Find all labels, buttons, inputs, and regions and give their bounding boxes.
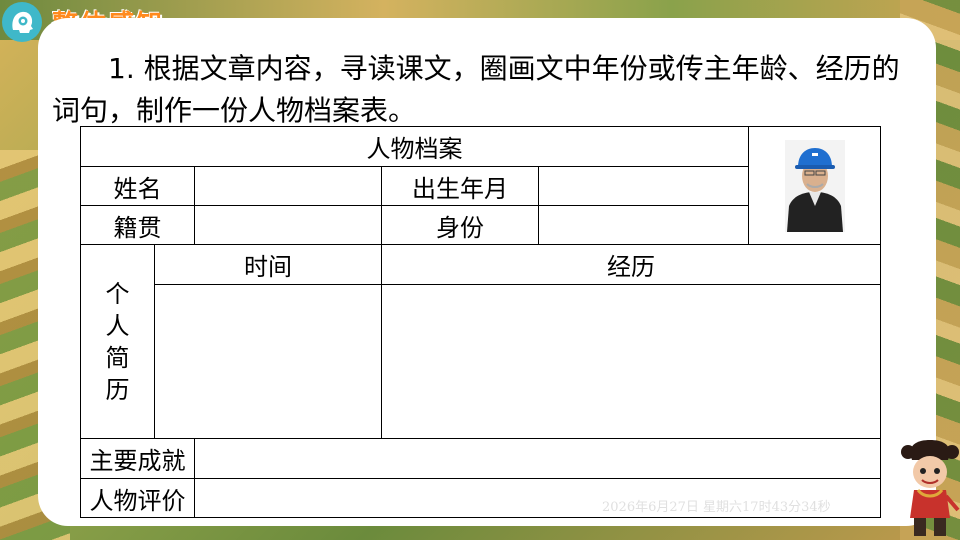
gear-head-icon (2, 2, 42, 42)
birth-value-cell[interactable] (537, 166, 750, 206)
profile-label: 个 人 简 历 (80, 244, 155, 439)
photo-cell (748, 126, 882, 245)
profile-label-char: 简 (105, 343, 130, 372)
achievement-label: 主要成就 (80, 438, 195, 479)
profile-table: 人物档案 姓名 出生年月 籍贯 身份 个 人 简 历 时间 经历 主要成就 人物… (79, 126, 882, 518)
cartoon-mascot-icon (901, 440, 960, 536)
experience-value-cell[interactable] (380, 284, 882, 439)
name-value-cell[interactable] (194, 166, 382, 206)
identity-label: 身份 (381, 205, 539, 245)
birth-label: 出生年月 (381, 166, 539, 206)
name-label: 姓名 (80, 166, 195, 206)
instruction-text: 1. 根据文章内容，寻读课文，圈画文中年份或传主年龄、经历的词句，制作一份人物档… (52, 52, 900, 127)
time-value-cell[interactable] (154, 284, 382, 439)
achievement-value-cell[interactable] (193, 438, 882, 479)
time-header: 时间 (154, 244, 382, 285)
timestamp: 2026年6月27日 星期六17时43分34秒 (602, 500, 831, 515)
profile-label-char: 个 (105, 279, 130, 308)
evaluation-label: 人物评价 (80, 478, 195, 518)
profile-label-char: 人 (105, 311, 130, 340)
table-title: 人物档案 (79, 126, 750, 167)
profile-label-char: 历 (105, 375, 130, 404)
identity-value-cell[interactable] (537, 205, 750, 245)
hometown-label: 籍贯 (80, 205, 195, 245)
portrait-photo (784, 139, 845, 232)
experience-header: 经历 (380, 244, 882, 285)
hometown-value-cell[interactable] (194, 205, 382, 245)
